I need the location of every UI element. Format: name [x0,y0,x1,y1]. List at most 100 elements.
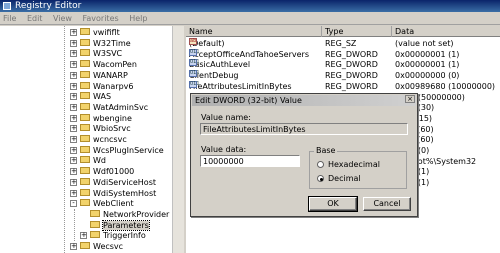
expand-icon[interactable]: + [70,114,77,122]
expand-icon[interactable]: + [70,71,77,79]
expand-icon[interactable]: + [70,50,77,58]
tree-item-label: WatAdminSvc [93,102,149,112]
folder-icon [80,199,90,207]
value-type-cell: REG_DWORD [325,81,378,91]
expand-icon[interactable]: + [70,103,77,111]
column-type[interactable]: Type [322,26,392,37]
close-icon[interactable]: × [405,95,415,103]
expand-icon[interactable]: + [70,93,77,101]
tree-item-label: vwififlt [93,28,120,37]
tree-guide-line [64,26,65,253]
list-header: Name Type Data [186,26,500,37]
menu-edit[interactable]: Edit [27,14,43,23]
tree-item[interactable]: + W3SVC [70,48,122,59]
expand-icon[interactable]: + [70,189,77,197]
value-name-cell: 011 ClientDebug [189,70,238,81]
folder-icon [80,135,90,142]
tree-item[interactable]: + Wd [70,155,106,166]
edit-dword-dialog: Edit DWORD (32-bit) Value × Value name: … [190,93,418,217]
value-name-cell: 011 BasicAuthLevel [189,59,250,70]
tree-item-label: WcsPlugInService [93,145,164,155]
tree-item-label: Parameters [102,219,150,231]
dword-value-icon: 011 [189,59,200,67]
tree-item-label: wcncsvc [93,135,127,144]
tree-item-label: Wdf01000 [93,167,135,177]
expand-icon[interactable]: + [70,146,77,154]
menu-favorites[interactable]: Favorites [83,14,119,23]
radio-dec-dot[interactable] [317,175,324,182]
folder-icon [80,124,90,132]
list-item[interactable]: 011 FileAttributesLimitInBytes REG_DWORD 0x… [186,80,500,92]
column-data[interactable]: Data [392,26,500,37]
expand-icon[interactable]: + [70,243,77,250]
menu-view[interactable]: View [53,14,72,23]
tree-item[interactable]: + WatAdminSvc [70,102,148,113]
tree-item-label: WebClient [93,199,134,209]
tree-item[interactable]: + W32Time [70,38,131,49]
tree-item-label: WANARP [93,70,128,80]
value-data-input[interactable]: 10000000 [200,155,300,167]
value-type-cell: REG_SZ [325,39,357,48]
tree-item[interactable]: - WebClient [70,198,134,209]
tree-item-label: Wecsvc [93,242,124,251]
collapse-icon[interactable]: - [70,200,77,208]
tree-item-label: WdiServiceHost [93,177,156,187]
expand-icon[interactable]: + [70,136,77,143]
tree-item[interactable]: + Wanarpv6 [70,81,133,92]
folder-icon [90,231,100,239]
tree-item[interactable]: + wbengine [70,113,132,124]
column-name[interactable]: Name [186,26,322,37]
menu-file[interactable]: File [3,14,16,23]
expand-icon[interactable]: + [70,82,77,90]
expand-icon[interactable]: + [70,178,77,186]
tree-item[interactable]: + WdiServiceHost [70,177,156,188]
list-item[interactable]: ab (Default) REG_SZ (value not set) [186,38,500,49]
folder-icon [80,60,90,68]
dialog-title: Edit DWORD (32-bit) Value [192,95,416,106]
tree-item-label: Wd [93,156,106,166]
radio-hexadecimal[interactable]: Hexadecimal [317,160,380,170]
expand-icon[interactable]: + [70,125,77,133]
tree-scrollbar[interactable] [172,26,184,253]
menu-help[interactable]: Help [129,14,147,23]
tree-item[interactable]: + WAS [70,91,111,102]
tree-item[interactable]: + Wdf01000 [70,166,134,177]
expand-icon[interactable]: + [80,232,87,240]
tree-item[interactable]: + TriggerInfo [80,230,146,241]
expand-icon[interactable]: + [70,39,77,47]
value-name-cell: ab (Default) [189,38,224,49]
radio-hex-dot[interactable] [317,161,324,168]
expand-icon[interactable]: + [70,29,77,36]
list-item[interactable]: 011 BasicAuthLevel REG_DWORD 0x00000001 (1) [186,59,500,70]
tree-item[interactable]: Parameters [80,219,150,231]
tree-item[interactable]: + WbioSrvc [70,123,131,134]
hex-label: Hexadecimal [328,160,380,169]
tree-item[interactable]: + WdiSystemHost [70,188,156,199]
folder-icon [80,49,90,57]
expand-icon[interactable]: + [70,168,77,176]
menu-bar: File Edit View Favorites Help [0,12,500,25]
tree-item[interactable]: + WANARP [70,70,128,81]
tree-item[interactable]: NetworkProvider [80,209,169,220]
expand-icon[interactable]: + [70,61,77,69]
ok-button[interactable]: OK [308,196,358,212]
list-item[interactable]: 011 AcceptOfficeAndTahoeServers REG_DWORD 0… [186,48,500,60]
expand-icon[interactable]: + [70,157,77,165]
registry-tree[interactable]: + vwififlt + W32Time + W3SVC + WacomPen + WANARP +… [0,26,184,253]
value-name-cell: 011 FileAttributesLimitInBytes [189,80,292,92]
list-item[interactable]: 011 ClientDebug REG_DWORD 0x00000000 (0) [186,70,500,81]
base-label: Base [314,146,338,155]
radio-decimal[interactable]: Decimal [317,174,361,184]
folder-icon [80,156,90,164]
tree-item[interactable]: + WcsPlugInService [70,145,164,156]
folder-icon [80,188,90,196]
tree-item[interactable]: + WacomPen [70,59,137,70]
tree-item[interactable]: + Wecsvc [70,241,123,252]
folder-icon [80,28,90,35]
value-name-cell: 011 AcceptOfficeAndTahoeServers [189,48,309,60]
tree-item-label: Wanarpv6 [93,81,134,91]
tree-item[interactable]: + vwififlt [70,27,120,38]
cancel-button[interactable]: Cancel [363,197,411,211]
tree-item[interactable]: + wcncsvc [70,134,127,145]
value-name-text: FileAttributesLimitInBytes [189,81,292,91]
